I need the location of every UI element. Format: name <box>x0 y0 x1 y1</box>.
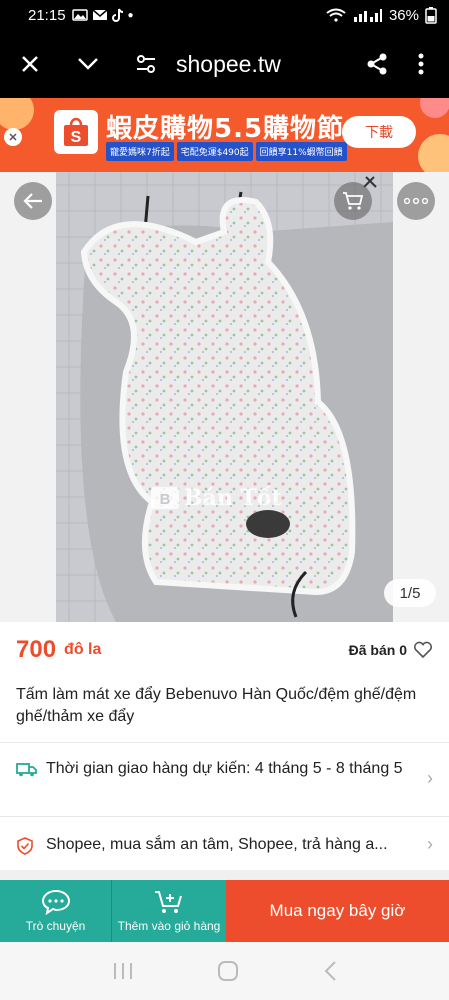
banner-chip: 回饋享11%蝦幣回饋 <box>255 142 347 161</box>
buy-now-button[interactable]: Mua ngay bây giờ <box>226 880 449 942</box>
image-pager: 1/5 <box>384 579 436 607</box>
truck-icon <box>16 758 38 782</box>
svg-text:B: B <box>160 491 171 508</box>
back-nav-icon[interactable] <box>323 960 337 982</box>
cart-plus-icon <box>155 891 182 913</box>
chevron-right-icon: › <box>427 768 433 788</box>
banner-chip: 宅配免運$490起 <box>176 142 253 161</box>
dot-icon: ● <box>127 9 134 21</box>
section-spacer <box>0 870 449 880</box>
battery-icon <box>425 7 437 24</box>
heart-decoration <box>0 98 34 130</box>
heart-icon[interactable] <box>413 641 433 659</box>
home-icon[interactable] <box>217 960 239 982</box>
gallery-icon <box>71 9 88 21</box>
banner-chip: 寵愛媽咪7折起 <box>106 142 174 161</box>
guarantee-row[interactable]: Shopee, mua sắm an tâm, Shopee, trả hàng… <box>0 834 449 860</box>
shopping-bag-icon: S <box>64 117 88 146</box>
more-menu-button[interactable] <box>399 42 443 86</box>
chat-button[interactable]: Trò chuyện <box>0 880 112 942</box>
price-currency: đô la <box>64 641 102 658</box>
guarantee-text: Shopee, mua sắm an tâm, Shopee, trả hàng… <box>46 836 388 853</box>
tune-icon <box>137 55 155 73</box>
chat-label: Trò chuyện <box>25 919 86 933</box>
chat-icon <box>41 889 70 915</box>
product-photo-illustration <box>56 172 393 622</box>
banner-close-button[interactable] <box>4 128 22 146</box>
status-time: 21:15 <box>28 6 66 24</box>
cart-button[interactable] <box>334 182 372 220</box>
action-bar: Trò chuyện Thêm vào giỏ hàng Mua ngay bâ… <box>0 880 449 942</box>
product-gallery[interactable]: B Bán Tốt 1/5 <box>0 172 449 622</box>
divider <box>0 742 449 743</box>
system-nav-bar <box>0 942 449 1000</box>
download-button[interactable]: 下載 <box>342 116 416 148</box>
cart-label: Thêm vào giỏ hàng <box>117 919 221 933</box>
mail-icon <box>92 9 108 20</box>
shield-check-icon <box>16 834 38 860</box>
delivery-row[interactable]: Thời gian giao hàng dự kiến: 4 tháng 5 -… <box>0 758 449 789</box>
delivery-text: Thời gian giao hàng dự kiến: 4 tháng 5 -… <box>46 760 403 777</box>
watermark-text: Bán Tốt <box>184 485 282 511</box>
more-vertical-icon <box>418 53 424 75</box>
chevron-right-icon: › <box>427 834 433 854</box>
heart-decoration <box>420 98 449 118</box>
cart-icon <box>343 192 364 210</box>
battery-percent: 36% <box>388 6 419 24</box>
svg-text:S: S <box>71 129 82 146</box>
share-icon <box>367 53 387 75</box>
watermark: B Bán Tốt <box>150 485 282 511</box>
close-icon <box>22 56 38 72</box>
banner-chips: 寵愛媽咪7折起 宅配免運$490起 回饋享11%蝦幣回饋 <box>106 142 347 161</box>
signal-icon <box>353 9 382 22</box>
product-title: Tấm làm mát xe đẩy Bebenuvo Hàn Quốc/đệm… <box>16 686 417 725</box>
close-icon <box>9 133 17 141</box>
sold-text: Đã bán 0 <box>348 642 407 658</box>
share-button[interactable] <box>355 42 399 86</box>
status-bar: 21:15 ● 36% <box>0 0 449 30</box>
arrow-left-icon <box>23 193 42 209</box>
sold-count: Đã bán 0 <box>349 641 433 659</box>
app-download-banner[interactable]: S 蝦皮購物5.5購物節 寵愛媽咪7折起 宅配免運$490起 回饋享11%蝦幣回… <box>0 98 449 172</box>
shopee-logo: S <box>54 110 98 154</box>
product-price: 700 <box>16 636 57 663</box>
notification-icons: ● <box>71 8 134 22</box>
tiktok-icon <box>111 8 123 22</box>
more-horizontal-icon <box>404 198 428 204</box>
banner-title: 蝦皮購物5.5購物節 <box>106 114 345 144</box>
heart-decoration <box>418 134 449 172</box>
watermark-logo-icon: B <box>151 487 179 509</box>
recent-apps-icon[interactable] <box>112 961 134 981</box>
more-options-button[interactable] <box>397 182 435 220</box>
price-row: 700 đô la Đã bán 0 <box>0 622 449 678</box>
add-to-cart-button[interactable]: Thêm vào giỏ hàng <box>112 880 226 942</box>
collapse-button[interactable] <box>66 42 110 86</box>
browser-toolbar: shopee.tw <box>0 30 449 98</box>
back-button[interactable] <box>14 182 52 220</box>
close-button[interactable] <box>8 42 52 86</box>
url-text[interactable]: shopee.tw <box>176 51 355 78</box>
site-settings-button[interactable] <box>124 42 168 86</box>
divider <box>0 816 449 817</box>
chevron-down-icon <box>78 58 98 70</box>
product-image[interactable] <box>56 172 393 622</box>
alarm-wifi-icon <box>326 8 346 22</box>
